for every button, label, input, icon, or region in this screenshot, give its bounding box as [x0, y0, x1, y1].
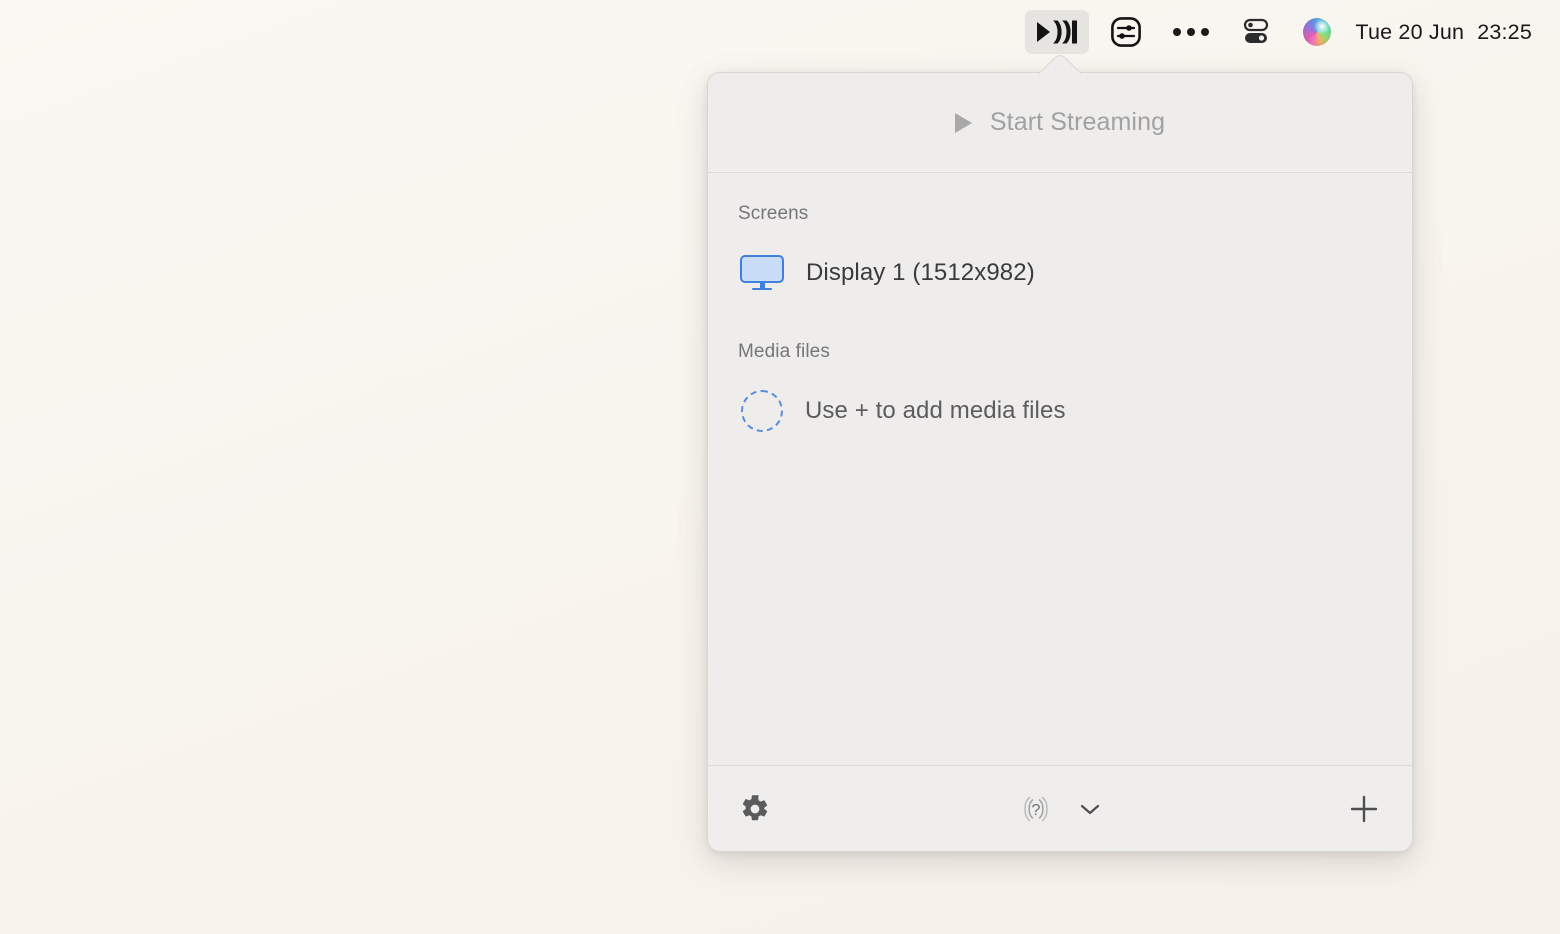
popover-notch: [1039, 55, 1081, 74]
clock-date: Tue 20 Jun: [1355, 19, 1465, 44]
control-center-toggles-icon: [1241, 18, 1271, 46]
streaming-menu-icon[interactable]: [1025, 10, 1090, 54]
toolbar-right-group: [1344, 789, 1384, 829]
display-icon: [740, 255, 784, 291]
siri-icon[interactable]: [1293, 10, 1341, 54]
siri-orb-icon: [1303, 18, 1332, 46]
ellipsis-icon: [1173, 28, 1210, 36]
screen-list-item-display-1[interactable]: Display 1 (1512x982): [708, 249, 1412, 297]
toolbar-center-group: ?: [708, 788, 1412, 830]
more-menu-icon[interactable]: [1163, 10, 1219, 54]
streaming-popover: Start Streaming Screens Display 1 (1512x…: [707, 72, 1413, 852]
media-files-empty-label: Use + to add media files: [805, 397, 1066, 424]
help-broadcast-icon: ?: [1019, 792, 1053, 826]
menubar-clock[interactable]: Tue 20 Jun 23:25: [1341, 20, 1538, 45]
gear-icon: [740, 794, 770, 824]
start-streaming-button[interactable]: Start Streaming: [708, 73, 1412, 173]
media-files-empty-item[interactable]: Use + to add media files: [708, 387, 1412, 435]
popover-toolbar: ?: [708, 765, 1412, 851]
sliders-icon: [1111, 17, 1142, 47]
help-dropdown-button[interactable]: [1075, 798, 1105, 820]
section-title-media-files: Media files: [738, 341, 830, 362]
airplay-stream-icon: [1035, 18, 1079, 46]
plus-icon: [1348, 793, 1380, 825]
help-button[interactable]: ?: [1015, 788, 1057, 830]
svg-text:?: ?: [1032, 802, 1041, 819]
settings-button[interactable]: [736, 790, 774, 828]
play-icon: [954, 112, 972, 133]
menu-bar: Tue 20 Jun 23:25: [0, 0, 1560, 64]
toolbar-left-group: [736, 790, 774, 828]
popover-body: Screens Display 1 (1512x982) Media files…: [708, 173, 1412, 765]
control-center-icon[interactable]: [1231, 10, 1281, 54]
add-media-placeholder-icon: [741, 390, 783, 432]
clock-time: 23:25: [1477, 19, 1532, 44]
chevron-down-icon: [1079, 802, 1101, 816]
start-streaming-label: Start Streaming: [989, 108, 1166, 136]
sliders-menu-icon[interactable]: [1101, 10, 1151, 54]
screen-list-item-label: Display 1 (1512x982): [806, 259, 1035, 286]
add-button[interactable]: [1344, 789, 1384, 829]
section-title-screens: Screens: [738, 203, 809, 224]
